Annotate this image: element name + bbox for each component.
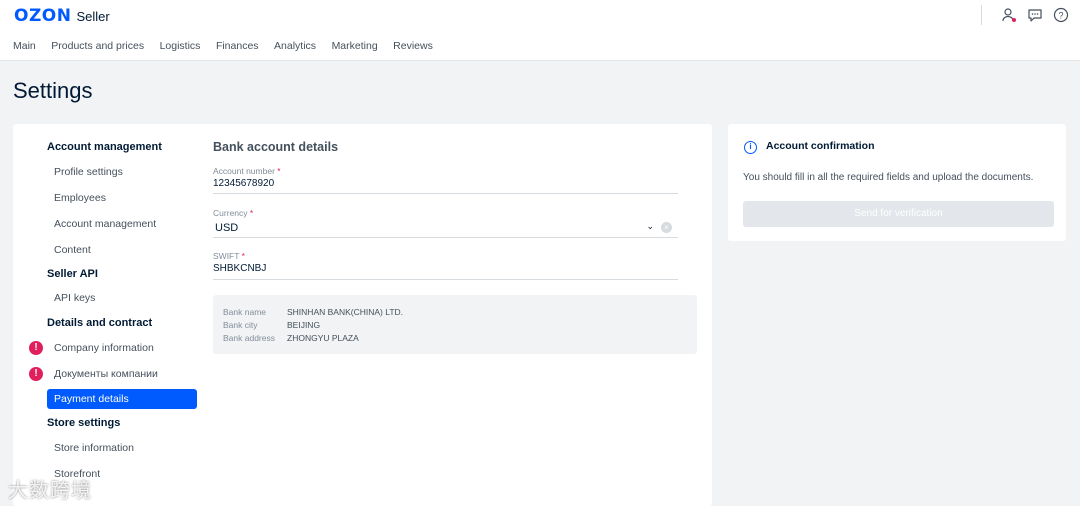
help-icon[interactable]: ? — [1052, 6, 1070, 24]
nav-finances[interactable]: Finances — [216, 40, 259, 52]
nav-marketing[interactable]: Marketing — [332, 40, 378, 52]
send-for-verification-button[interactable]: Send for verification — [743, 201, 1054, 227]
top-nav: Main Products and prices Logistics Finan… — [13, 40, 448, 52]
bank-city-value: BEIJING — [287, 320, 321, 330]
watermark: 大数跨境 — [8, 478, 92, 502]
swift-field[interactable]: SWIFT * SHBKCNBJ — [213, 251, 678, 280]
bank-address-value: ZHONGYU PLAZA — [287, 333, 359, 343]
alert-icon: ! — [29, 341, 43, 355]
sidebar-group-seller-api: Seller API — [47, 268, 98, 280]
header-icons: ? — [981, 5, 1070, 25]
settings-card: Account management Profile settings Empl… — [13, 124, 712, 506]
currency-select[interactable]: Currency * USD ⌄ × — [213, 208, 678, 238]
page-title: Settings — [13, 78, 93, 103]
bank-address-row: Bank address ZHONGYU PLAZA — [223, 333, 359, 343]
chevron-down-icon[interactable]: ⌄ — [646, 221, 654, 232]
top-header: OZON Seller Main Products and prices Log… — [0, 0, 1080, 61]
bank-name-value: SHINHAN BANK(CHINA) LTD. — [287, 307, 404, 317]
bank-address-label: Bank address — [223, 333, 275, 343]
confirmation-title: Account confirmation — [766, 140, 875, 152]
sidebar-item-company-information[interactable]: Company information — [47, 338, 197, 358]
currency-label: Currency * — [213, 208, 254, 218]
sidebar-item-employees[interactable]: Employees — [47, 188, 197, 208]
sidebar-item-api-keys[interactable]: API keys — [47, 288, 197, 308]
chat-icon[interactable] — [1026, 6, 1044, 24]
sidebar-item-profile-settings[interactable]: Profile settings — [47, 162, 197, 182]
sidebar-item-store-information[interactable]: Store information — [47, 438, 197, 458]
clear-icon[interactable]: × — [661, 222, 672, 233]
sidebar-item-account-management[interactable]: Account management — [47, 214, 197, 234]
nav-analytics[interactable]: Analytics — [274, 40, 316, 52]
sidebar-group-details-and-contract: Details and contract — [47, 317, 153, 329]
nav-reviews[interactable]: Reviews — [393, 40, 433, 52]
nav-products-and-prices[interactable]: Products and prices — [51, 40, 144, 52]
account-number-value: 12345678920 — [213, 178, 275, 189]
account-confirmation-card: i Account confirmation You should fill i… — [728, 124, 1066, 241]
swift-label: SWIFT * — [213, 251, 245, 261]
currency-value: USD — [215, 222, 239, 234]
bank-section-title: Bank account details — [213, 140, 339, 154]
nav-logistics[interactable]: Logistics — [160, 40, 201, 52]
sidebar-item-payment-details[interactable]: Payment details — [47, 389, 197, 409]
account-number-field[interactable]: Account number * 12345678920 — [213, 166, 678, 194]
bank-name-label: Bank name — [223, 307, 266, 317]
logo-seller: Seller — [76, 9, 110, 24]
bank-city-row: Bank city BEIJING — [223, 320, 320, 330]
sidebar-group-store-settings: Store settings — [47, 417, 121, 429]
swift-value: SHBKCNBJ — [213, 263, 267, 274]
confirmation-text: You should fill in all the required fiel… — [743, 172, 1034, 183]
info-icon: i — [744, 141, 757, 154]
alert-icon: ! — [29, 367, 43, 381]
ozon-seller-logo[interactable]: OZON Seller — [14, 6, 110, 26]
sidebar-item-content[interactable]: Content — [47, 240, 197, 260]
sidebar-group-account-management: Account management — [47, 141, 162, 153]
account-number-label: Account number * — [213, 166, 281, 176]
header-divider — [981, 5, 982, 25]
bank-name-row: Bank name SHINHAN BANK(CHINA) LTD. — [223, 307, 403, 317]
logo-ozon: OZON — [14, 6, 72, 26]
sidebar-item-company-documents[interactable]: Документы компании — [47, 364, 197, 384]
nav-main[interactable]: Main — [13, 40, 36, 52]
svg-text:?: ? — [1058, 11, 1063, 21]
bank-city-label: Bank city — [223, 320, 258, 330]
bank-info-box: Bank name SHINHAN BANK(CHINA) LTD. Bank … — [213, 295, 697, 354]
user-icon[interactable] — [1000, 6, 1018, 24]
